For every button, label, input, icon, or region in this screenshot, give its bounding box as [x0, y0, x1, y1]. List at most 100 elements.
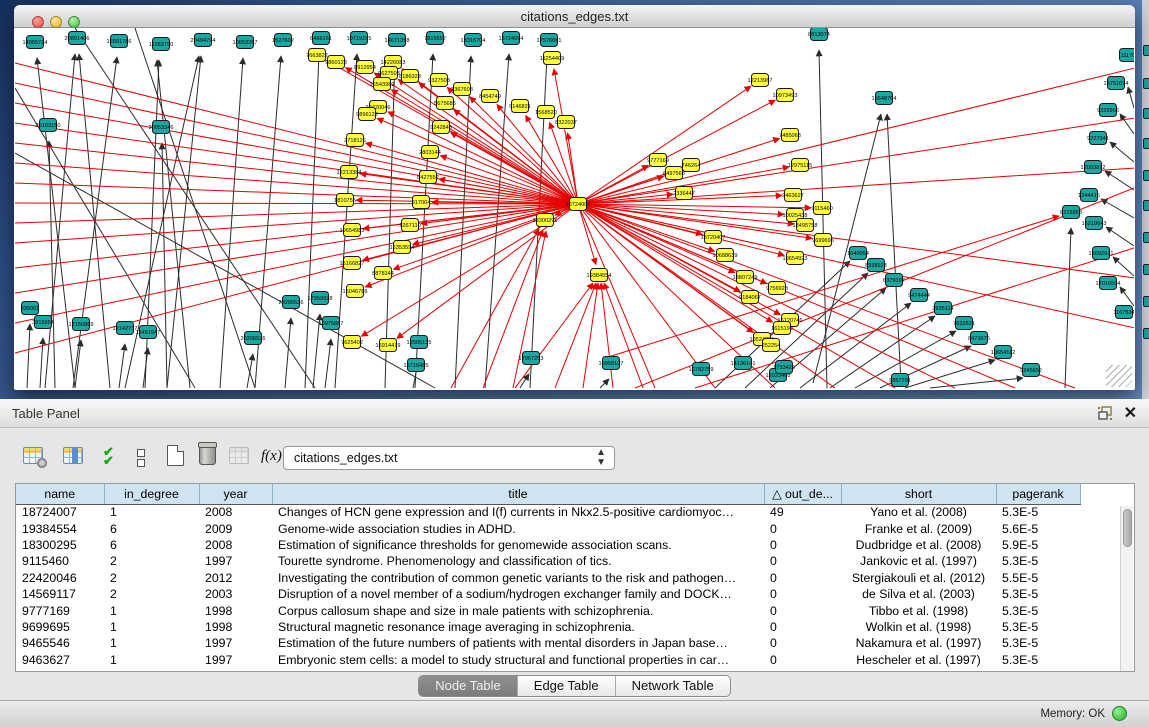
graph-node[interactable]: 2935114	[932, 302, 953, 315]
graph-node[interactable]: 11170	[1120, 49, 1135, 62]
graph-node[interactable]: 16648764	[872, 92, 897, 105]
graph-node[interactable]: 15692971	[1089, 247, 1114, 260]
graph-node[interactable]: 8186323	[399, 70, 421, 83]
graph-node[interactable]: 252254	[762, 339, 781, 352]
graph-node[interactable]: 6466161	[310, 32, 332, 45]
graph-node[interactable]: 9329966	[1097, 104, 1119, 117]
column-header-name[interactable]: name	[16, 484, 104, 504]
graph-node[interactable]: 20494794	[191, 34, 216, 47]
function-builder-icon[interactable]: f(x)	[261, 448, 282, 465]
graph-node[interactable]: 15751074	[1104, 77, 1129, 90]
table-cell[interactable]: 6	[104, 520, 199, 536]
table-cell[interactable]: Embryonic stem cells: a model to study s…	[272, 652, 764, 668]
table-cell[interactable]: Wolkin et al. (1998)	[841, 619, 996, 635]
graph-node[interactable]: 12505135	[407, 336, 432, 349]
graph-node[interactable]: 9245652	[1020, 364, 1042, 377]
graph-node[interactable]: 9227341	[1087, 132, 1109, 145]
graph-node[interactable]: 9777169	[647, 154, 669, 167]
table-cell[interactable]: Jankovic et al. (1997)	[841, 553, 996, 569]
table-cell[interactable]: 0	[764, 619, 841, 635]
graph-node[interactable]: 9184067	[739, 291, 761, 304]
table-row[interactable]: 977716911998Corpus callosum shape and si…	[16, 602, 1080, 618]
graph-node[interactable]: 15716485	[404, 359, 429, 372]
graph-node[interactable]: 15166827	[340, 257, 365, 270]
graph-node[interactable]: 9474444	[908, 289, 930, 302]
table-cell[interactable]: 6	[104, 537, 199, 553]
table-cell[interactable]: 2	[104, 586, 199, 602]
table-cell[interactable]: 9465546	[16, 635, 104, 651]
graph-node[interactable]: 15353594	[390, 241, 415, 254]
graph-node[interactable]: 11451947	[136, 326, 160, 339]
graph-node[interactable]: 1810755	[334, 194, 356, 207]
graph-node[interactable]: 1167534	[1113, 306, 1134, 319]
graph-node[interactable]: 16543982	[370, 78, 395, 91]
graph-node[interactable]: 9146821	[509, 100, 531, 113]
table-cell[interactable]: 0	[764, 570, 841, 586]
graph-node[interactable]: 9860128	[325, 56, 347, 69]
graph-node[interactable]: 7625402	[341, 336, 363, 349]
graph-node[interactable]: 18807249	[733, 271, 758, 284]
graph-node[interactable]: 8322037	[555, 116, 577, 129]
tab-edge-table[interactable]: Edge Table	[518, 676, 616, 696]
table-cell[interactable]: 2008	[199, 504, 272, 520]
graph-node[interactable]: 12213967	[748, 74, 773, 87]
graph-node[interactable]: 19654923	[783, 252, 808, 265]
table-cell[interactable]: 1	[104, 635, 199, 651]
graph-node[interactable]: 1640954	[847, 247, 869, 260]
table-cell[interactable]: 2012	[199, 570, 272, 586]
table-cell[interactable]: 5.3E-5	[996, 586, 1080, 602]
table-cell[interactable]: 0	[764, 635, 841, 651]
table-cell[interactable]: 5.6E-5	[996, 520, 1080, 536]
table-cell[interactable]: 0	[764, 602, 841, 618]
graph-node[interactable]: 8938923	[865, 259, 887, 272]
table-cell[interactable]: 2003	[199, 586, 272, 602]
table-cell[interactable]: 9777169	[16, 602, 104, 618]
graph-node[interactable]: 9327508	[428, 74, 450, 87]
graph-node[interactable]: 5675685	[434, 97, 456, 110]
table-cell[interactable]: 5.3E-5	[996, 635, 1080, 651]
table-cell[interactable]: Hescheler et al. (1997)	[841, 652, 996, 668]
table-cell[interactable]: Investigating the contribution of common…	[272, 570, 764, 586]
graph-node[interactable]: 1733426	[773, 361, 795, 374]
column-header-pagerank[interactable]: pagerank	[996, 484, 1080, 504]
network-graph[interactable]: 1872400789129541422608396275081654398281…	[15, 28, 1134, 389]
graph-node[interactable]: 10653287	[233, 36, 258, 49]
graph-node[interactable]: 935061	[21, 302, 40, 315]
table-cell[interactable]: 0	[764, 520, 841, 536]
graph-node[interactable]: 18316704	[461, 34, 486, 47]
table-cell[interactable]: Genome-wide association studies in ADHD.	[272, 520, 764, 536]
column-header-title[interactable]: title	[272, 484, 764, 504]
table-cell[interactable]: 9463627	[16, 652, 104, 668]
graph-node[interactable]: 8912954	[354, 61, 376, 74]
graph-node[interactable]: 6497568	[663, 167, 685, 180]
graph-node[interactable]: 19384554	[587, 269, 612, 282]
show-columns-icon[interactable]	[63, 447, 83, 464]
graph-node[interactable]: 8215958	[1060, 206, 1082, 219]
column-header-year[interactable]: year	[199, 484, 272, 504]
window-titlebar[interactable]: citations_edges.txt	[14, 5, 1135, 28]
table-settings-icon[interactable]	[23, 447, 43, 464]
table-cell[interactable]: 5.3E-5	[996, 602, 1080, 618]
row-height-icon[interactable]	[137, 449, 145, 469]
graph-node[interactable]: 23206526	[279, 296, 304, 309]
table-cell[interactable]: Dudbridge et al. (2008)	[841, 537, 996, 553]
graph-node[interactable]: 746264	[682, 159, 701, 172]
graph-node[interactable]: 1244415	[1078, 189, 1100, 202]
graph-node[interactable]: 10719155	[347, 32, 372, 45]
graph-node[interactable]: 9115460	[811, 202, 832, 215]
graph-node[interactable]: 7485063	[779, 129, 801, 142]
table-cell[interactable]: Stergiakouli et al. (2012)	[841, 570, 996, 586]
graph-node[interactable]: 17957253	[519, 352, 544, 365]
table-cell[interactable]: 0	[764, 586, 841, 602]
graph-node[interactable]: 16210643	[1082, 217, 1107, 230]
table-cell[interactable]: 2	[104, 570, 199, 586]
table-cell[interactable]: 19384554	[16, 520, 104, 536]
graph-node[interactable]: 2336447	[673, 187, 695, 200]
graph-node[interactable]: 8471676	[968, 332, 990, 345]
table-cell[interactable]: 0	[764, 652, 841, 668]
table-cell[interactable]: 9115460	[16, 553, 104, 569]
graph-node[interactable]: 9699695	[812, 234, 834, 247]
graph-node[interactable]: 11283790	[149, 38, 173, 51]
graph-node[interactable]: 7815552	[424, 32, 446, 45]
graph-node[interactable]: 20891406	[65, 32, 90, 45]
